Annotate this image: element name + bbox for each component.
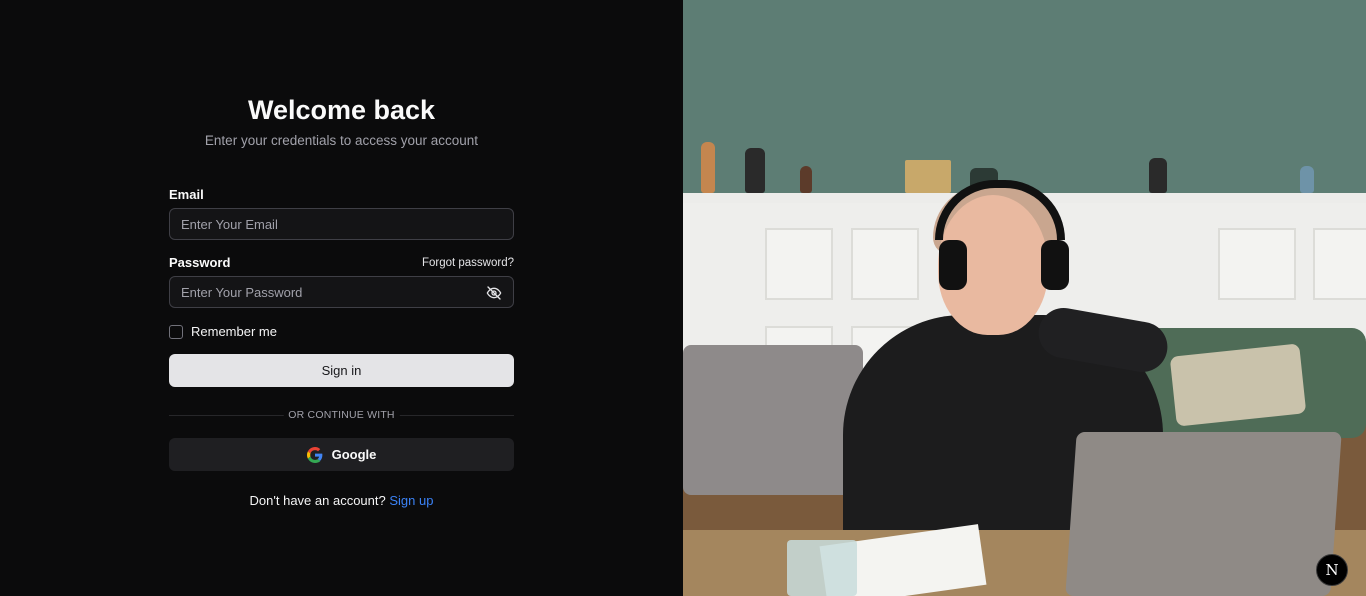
- google-button-label: Google: [331, 447, 377, 462]
- page-subtitle: Enter your credentials to access your ac…: [204, 133, 479, 148]
- password-group: Password Forgot password? Enter Your Pas…: [169, 255, 514, 308]
- password-placeholder: Enter Your Password: [181, 284, 303, 300]
- divider-text: OR CONTINUE WITH: [283, 409, 400, 421]
- google-signin-button[interactable]: Google: [169, 438, 514, 471]
- remember-me-row: Remember me: [169, 324, 514, 339]
- email-field[interactable]: Enter Your Email: [169, 208, 514, 240]
- signup-row: Don't have an account? Sign up: [169, 493, 514, 508]
- divider: OR CONTINUE WITH: [169, 409, 514, 421]
- login-panel: Welcome back Enter your credentials to a…: [0, 0, 683, 596]
- email-placeholder: Enter Your Email: [181, 216, 278, 232]
- remember-me-checkbox[interactable]: [169, 324, 183, 339]
- login-form: Welcome back Enter your credentials to a…: [169, 92, 514, 508]
- google-icon: [306, 446, 322, 463]
- framework-badge[interactable]: N: [1316, 554, 1348, 586]
- sign-in-button[interactable]: Sign in: [169, 354, 514, 387]
- remember-me-label[interactable]: Remember me: [191, 324, 277, 339]
- hero-image: [683, 0, 1366, 596]
- password-field[interactable]: Enter Your Password: [169, 276, 514, 308]
- eye-off-icon[interactable]: [486, 285, 502, 301]
- email-group: Email Enter Your Email: [169, 187, 514, 240]
- signup-link[interactable]: Sign up: [389, 493, 433, 508]
- signup-prompt: Don't have an account?: [249, 493, 386, 508]
- email-label: Email: [169, 187, 204, 202]
- forgot-password-link[interactable]: Forgot password?: [422, 257, 514, 269]
- page-title: Welcome back: [247, 95, 436, 125]
- password-label: Password: [169, 255, 231, 270]
